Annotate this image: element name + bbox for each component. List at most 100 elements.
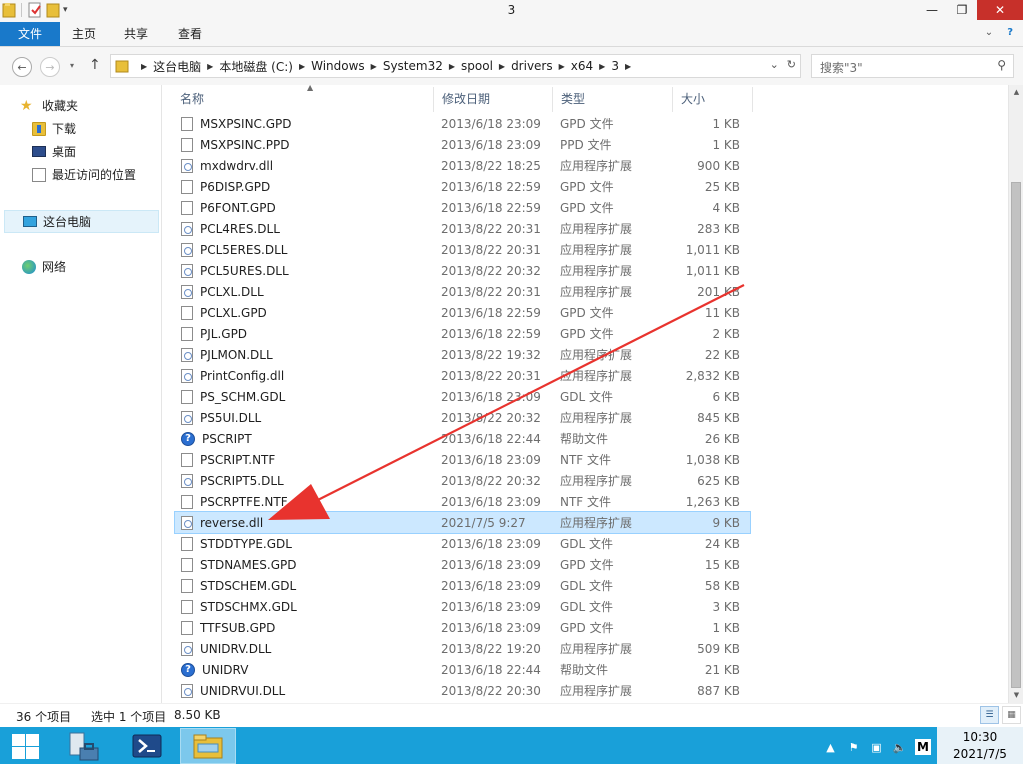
- breadcrumb-separator-icon[interactable]: ▶: [141, 62, 147, 71]
- file-name-cell[interactable]: PCL5URES.DLL: [175, 263, 440, 278]
- refresh-icon[interactable]: ↻: [787, 58, 796, 71]
- table-row[interactable]: PCLXL.DLL 2013/8/22 20:31 应用程序扩展 201 KB: [175, 281, 750, 302]
- breadcrumb-spool[interactable]: spool ▶: [461, 59, 511, 73]
- file-name-cell[interactable]: PS5UI.DLL: [175, 410, 440, 425]
- file-name-cell[interactable]: PCLXL.DLL: [175, 284, 440, 299]
- show-hidden-icons[interactable]: ▲: [823, 740, 838, 754]
- scroll-up-icon[interactable]: ▲: [1009, 85, 1023, 100]
- table-row[interactable]: MSXPSINC.PPD 2013/6/18 23:09 PPD 文件 1 KB: [175, 134, 750, 155]
- tab-view[interactable]: 查看: [166, 22, 214, 46]
- file-name-cell[interactable]: PrintConfig.dll: [175, 368, 440, 383]
- column-header-name[interactable]: ▲ 名称: [172, 84, 434, 112]
- file-name-cell[interactable]: TTFSUB.GPD: [175, 620, 440, 635]
- column-header-size[interactable]: 大小: [673, 87, 753, 112]
- powershell-taskbar-button[interactable]: [119, 728, 175, 764]
- clock[interactable]: 10:30 2021/7/5: [937, 727, 1023, 764]
- file-name-cell[interactable]: PSCRIPT5.DLL: [175, 473, 440, 488]
- table-row[interactable]: mxdwdrv.dll 2013/8/22 18:25 应用程序扩展 900 KB: [175, 155, 750, 176]
- file-name-cell[interactable]: PS_SCHM.GDL: [175, 389, 440, 404]
- table-row[interactable]: PSCRIPT5.DLL 2013/8/22 20:32 应用程序扩展 625 KB: [175, 470, 750, 491]
- file-name-cell[interactable]: MSXPSINC.PPD: [175, 137, 440, 152]
- table-row[interactable]: P6DISP.GPD 2013/6/18 22:59 GPD 文件 25 KB: [175, 176, 750, 197]
- breadcrumb-separator-icon[interactable]: ▶: [599, 62, 605, 71]
- file-name-cell[interactable]: ? UNIDRV: [175, 662, 440, 677]
- file-name-cell[interactable]: PCL4RES.DLL: [175, 221, 440, 236]
- action-center-flag-icon[interactable]: ⚑: [846, 740, 861, 754]
- ime-indicator[interactable]: M: [915, 739, 931, 755]
- breadcrumb-this-pc[interactable]: 这台电脑 ▶: [153, 58, 219, 75]
- address-bar[interactable]: ▶ 这台电脑 ▶ 本地磁盘 (C:) ▶ Windows ▶ System32 ▶ sp…: [110, 54, 801, 78]
- breadcrumb-separator-icon[interactable]: ▶: [371, 62, 377, 71]
- nav-recent-places[interactable]: 最近访问的位置: [32, 166, 136, 183]
- breadcrumb-separator-icon[interactable]: ▶: [449, 62, 455, 71]
- file-name-cell[interactable]: UNIDRV.DLL: [175, 641, 440, 656]
- file-name-cell[interactable]: mxdwdrv.dll: [175, 158, 440, 173]
- file-name-cell[interactable]: UNIDRVUI.DLL: [175, 683, 440, 698]
- vertical-scrollbar[interactable]: ▲ ▼: [1008, 85, 1023, 703]
- table-row[interactable]: STDNAMES.GPD 2013/6/18 23:09 GPD 文件 15 KB: [175, 554, 750, 575]
- expand-ribbon-icon[interactable]: ⌄: [985, 27, 993, 38]
- table-row[interactable]: PSCRPTFE.NTF 2013/6/18 23:09 NTF 文件 1,263 K…: [175, 491, 750, 512]
- search-input[interactable]: 搜索"3" ⚲: [811, 54, 1014, 78]
- nav-this-pc[interactable]: 这台电脑: [4, 210, 159, 233]
- table-row[interactable]: PSCRIPT.NTF 2013/6/18 23:09 NTF 文件 1,038 KB: [175, 449, 750, 470]
- close-button[interactable]: ✕: [977, 0, 1023, 20]
- breadcrumb-separator-icon[interactable]: ▶: [207, 62, 213, 71]
- nav-desktop[interactable]: 桌面: [32, 143, 76, 160]
- breadcrumb-separator-icon[interactable]: ▶: [299, 62, 305, 71]
- file-name-cell[interactable]: ? PSCRIPT: [175, 431, 440, 446]
- nav-favorites[interactable]: ★ 收藏夹: [20, 97, 78, 114]
- start-button[interactable]: [10, 732, 40, 760]
- breadcrumb-separator-icon[interactable]: ▶: [625, 62, 631, 71]
- file-name-cell[interactable]: PCL5ERES.DLL: [175, 242, 440, 257]
- breadcrumb-separator-icon[interactable]: ▶: [559, 62, 565, 71]
- recent-locations-icon[interactable]: ▾: [70, 61, 74, 70]
- file-name-cell[interactable]: P6DISP.GPD: [175, 179, 440, 194]
- file-name-cell[interactable]: STDNAMES.GPD: [175, 557, 440, 572]
- table-row[interactable]: PCL5ERES.DLL 2013/8/22 20:31 应用程序扩展 1,011 K…: [175, 239, 750, 260]
- file-name-cell[interactable]: PJL.GPD: [175, 326, 440, 341]
- table-row[interactable]: PCL5URES.DLL 2013/8/22 20:32 应用程序扩展 1,011 K…: [175, 260, 750, 281]
- scroll-thumb[interactable]: [1011, 182, 1021, 688]
- file-name-cell[interactable]: PJLMON.DLL: [175, 347, 440, 362]
- table-row[interactable]: PS5UI.DLL 2013/8/22 20:32 应用程序扩展 845 KB: [175, 407, 750, 428]
- breadcrumb-system32[interactable]: System32 ▶: [383, 59, 461, 73]
- table-row[interactable]: PJLMON.DLL 2013/8/22 19:32 应用程序扩展 22 KB: [175, 344, 750, 365]
- minimize-button[interactable]: —: [917, 0, 947, 20]
- address-history-icon[interactable]: ⌄: [770, 58, 779, 71]
- table-row[interactable]: PCL4RES.DLL 2013/8/22 20:31 应用程序扩展 283 KB: [175, 218, 750, 239]
- file-name-cell[interactable]: STDSCHEM.GDL: [175, 578, 440, 593]
- table-row[interactable]: ? UNIDRV 2013/6/18 22:44 帮助文件 21 KB: [175, 659, 750, 680]
- table-row[interactable]: PJL.GPD 2013/6/18 22:59 GPD 文件 2 KB: [175, 323, 750, 344]
- restore-button[interactable]: ❐: [947, 0, 977, 20]
- table-row[interactable]: STDDTYPE.GDL 2013/6/18 23:09 GDL 文件 24 KB: [175, 533, 750, 554]
- tab-home[interactable]: 主页: [60, 22, 108, 46]
- file-explorer-taskbar-button[interactable]: [180, 728, 236, 764]
- file-name-cell[interactable]: PSCRPTFE.NTF: [175, 494, 440, 509]
- file-name-cell[interactable]: reverse.dll: [175, 515, 440, 530]
- search-icon[interactable]: ⚲: [997, 58, 1006, 72]
- nav-network[interactable]: 网络: [22, 258, 66, 275]
- nav-downloads[interactable]: 下载: [32, 120, 76, 137]
- file-name-cell[interactable]: STDSCHMX.GDL: [175, 599, 440, 614]
- volume-muted-icon[interactable]: 🔈: [892, 740, 907, 754]
- scroll-down-icon[interactable]: ▼: [1009, 688, 1023, 703]
- breadcrumb-separator-icon[interactable]: ▶: [499, 62, 505, 71]
- up-button[interactable]: ↑: [89, 57, 101, 73]
- file-name-cell[interactable]: PCLXL.GPD: [175, 305, 440, 320]
- table-row[interactable]: P6FONT.GPD 2013/6/18 22:59 GPD 文件 4 KB: [175, 197, 750, 218]
- file-name-cell[interactable]: MSXPSINC.GPD: [175, 116, 440, 131]
- table-row[interactable]: UNIDRVUI.DLL 2013/8/22 20:30 应用程序扩展 887 KB: [175, 680, 750, 701]
- file-name-cell[interactable]: P6FONT.GPD: [175, 200, 440, 215]
- column-header-type[interactable]: 类型: [553, 87, 673, 112]
- breadcrumb-3[interactable]: 3 ▶: [611, 59, 637, 73]
- table-row[interactable]: PCLXL.GPD 2013/6/18 22:59 GPD 文件 11 KB: [175, 302, 750, 323]
- help-icon[interactable]: ?: [1007, 27, 1013, 38]
- breadcrumb-x64[interactable]: x64 ▶: [571, 59, 612, 73]
- table-row[interactable]: TTFSUB.GPD 2013/6/18 23:09 GPD 文件 1 KB: [175, 617, 750, 638]
- tab-share[interactable]: 共享: [112, 22, 160, 46]
- breadcrumb-drivers[interactable]: drivers ▶: [511, 59, 571, 73]
- large-icons-view-button[interactable]: ▦: [1002, 706, 1021, 724]
- table-row[interactable]: MSXPSINC.GPD 2013/6/18 23:09 GPD 文件 1 KB: [175, 113, 750, 134]
- back-button[interactable]: ←: [12, 57, 32, 77]
